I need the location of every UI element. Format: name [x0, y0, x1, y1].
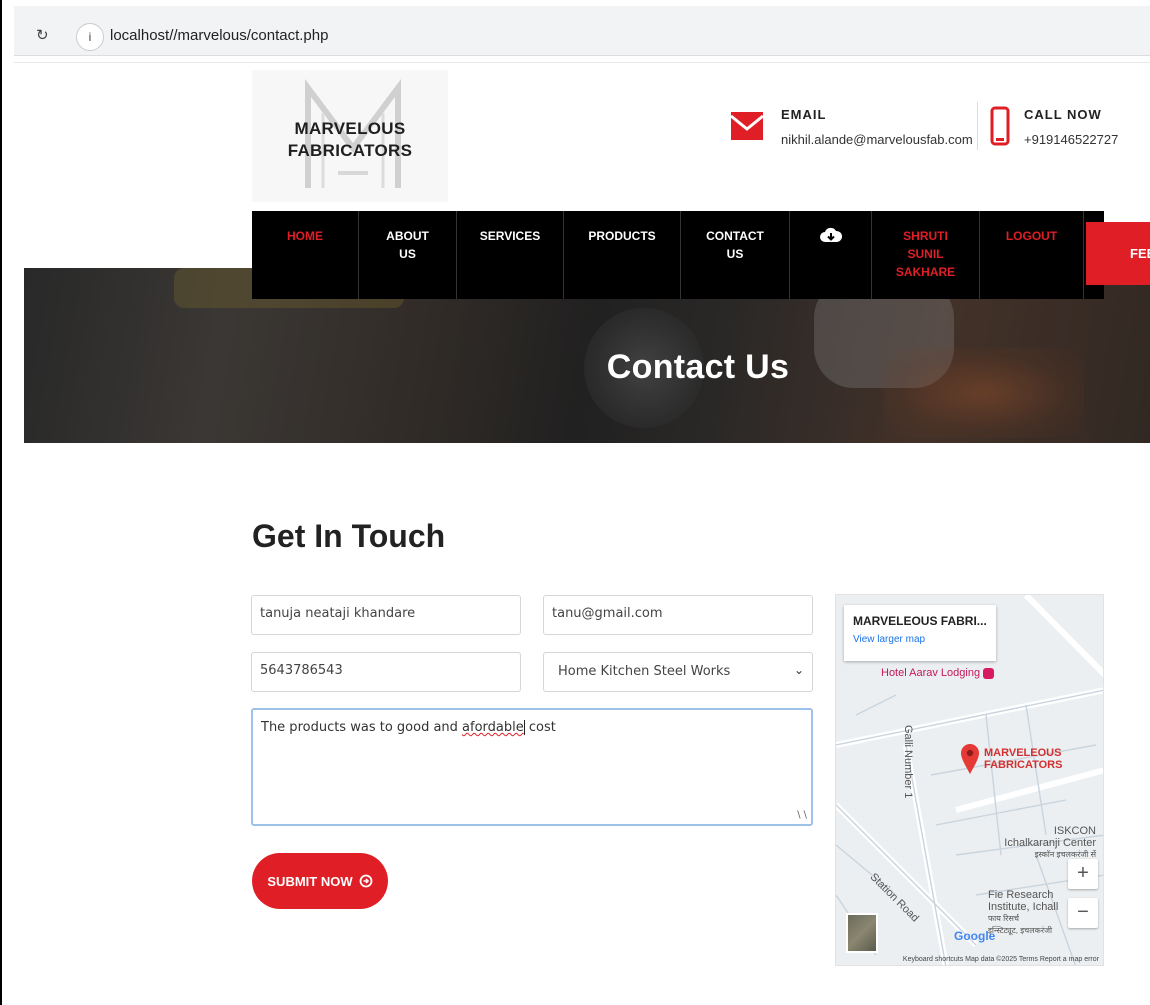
feedback-label: FEEDB: [1130, 246, 1150, 261]
map-label-fie[interactable]: Fie Research Institute, Ichall फाय रिसर्…: [988, 889, 1058, 937]
map-label-iskcon[interactable]: ISKCON Ichalkaranji Center इस्कॉन इचलकरं…: [986, 825, 1096, 861]
email-input[interactable]: tanu@gmail.com: [543, 595, 813, 635]
call-label: CALL NOW: [1024, 107, 1102, 122]
email-value: tanu@gmail.com: [552, 606, 663, 621]
logo-line-1: MARVELOUS: [294, 119, 406, 138]
fie-line-3: फाय रिसर्च: [988, 914, 1019, 923]
map-place-title: MARVELEOUS FABRI...: [853, 614, 987, 628]
map-info-card: MARVELEOUS FABRI... View larger map: [844, 605, 996, 661]
nav-products[interactable]: PRODUCTS: [564, 211, 681, 299]
message-text-end: cost: [524, 720, 556, 735]
nav-label: HOME: [287, 229, 323, 243]
arrow-circle-right-icon: [359, 874, 373, 888]
service-select[interactable]: Home Kitchen Steel Works ⌄: [543, 652, 813, 692]
mail-icon: [730, 112, 764, 140]
fie-line-4: इन्स्टिट्यूट, इचलकरंजी: [988, 926, 1053, 935]
iskcon-line-2: Ichalkaranji Center: [1004, 837, 1096, 849]
nav-home[interactable]: HOME: [252, 211, 359, 299]
info-icon[interactable]: i: [76, 23, 104, 51]
nav-label: LOGOUT: [1005, 229, 1058, 243]
logo-line-2: FABRICATORS: [287, 141, 413, 160]
page-frame: ↻ i localhost//marvelous/contact.php ⊖ M…: [0, 0, 1150, 1005]
feedback-button[interactable]: FEEDB: [1086, 222, 1150, 285]
address-bar: ↻ i localhost//marvelous/contact.php ⊖: [14, 6, 1150, 56]
phone-icon: [990, 106, 1010, 146]
nav-label: SERVICES: [479, 229, 541, 243]
map-label-hotel[interactable]: Hotel Aarav Lodging: [881, 667, 995, 679]
hotel-text: Hotel Aarav Lodging: [881, 667, 981, 679]
fie-line-2: Institute, Ichall: [988, 901, 1059, 913]
map-zoom-out-button[interactable]: −: [1068, 898, 1098, 928]
name-value: tanuja neataji khandare: [260, 606, 416, 621]
resize-handle-icon[interactable]: ∖∖: [795, 810, 808, 821]
submit-label: SUBMIT NOW: [267, 873, 353, 889]
message-text: The products was to good and: [261, 720, 463, 735]
section-title: Get In Touch: [252, 518, 446, 554]
nav-label: ABOUT US: [386, 229, 429, 261]
nav-label: SHRUTI SUNIL SAKHARE: [895, 229, 956, 279]
nav-user-profile[interactable]: SHRUTI SUNIL SAKHARE: [872, 211, 980, 299]
email-link[interactable]: nikhil.alande@marvelousfab.com: [781, 132, 973, 147]
nav-about[interactable]: ABOUT US: [359, 211, 457, 299]
map-zoom-in-button[interactable]: +: [1068, 859, 1098, 889]
satellite-toggle[interactable]: [846, 913, 878, 953]
business-line-2: FABRICATORS: [984, 759, 1063, 771]
brand-logo[interactable]: MARVELOUS FABRICATORS: [252, 70, 448, 202]
message-textarea[interactable]: The products was to good and afordable c…: [251, 708, 813, 826]
cloud-download-icon: [819, 227, 842, 242]
nav-services[interactable]: SERVICES: [457, 211, 564, 299]
phone-input[interactable]: 5643786543: [251, 652, 521, 692]
submit-button[interactable]: SUBMIT NOW: [252, 853, 388, 909]
phone-link[interactable]: +919146522727: [1024, 132, 1118, 147]
nav-download[interactable]: [790, 211, 872, 299]
view-larger-map-link[interactable]: View larger map: [853, 634, 987, 645]
phone-value: 5643786543: [260, 663, 343, 678]
email-label: EMAIL: [781, 107, 827, 122]
url-text[interactable]: localhost//marvelous/contact.php: [110, 27, 328, 44]
nav-label: PRODUCTS: [588, 229, 656, 243]
location-map[interactable]: MARVELEOUS FABRI... View larger map Hote…: [835, 594, 1104, 966]
divider: [14, 62, 1150, 63]
main-nav: HOME ABOUT US SERVICES PRODUCTS CONTACT …: [252, 211, 1104, 299]
service-selected: Home Kitchen Steel Works: [558, 664, 731, 679]
map-pin-icon[interactable]: [960, 743, 980, 775]
map-label-lane: Galli Number 1: [902, 725, 914, 799]
nav-label: CONTACT US: [706, 229, 764, 261]
contact-separator: [977, 102, 978, 150]
nav-contact[interactable]: CONTACT US: [681, 211, 790, 299]
page-title: Contact Us: [606, 348, 790, 386]
name-input[interactable]: tanuja neataji khandare: [251, 595, 521, 635]
google-logo: Google: [954, 929, 996, 943]
map-label-business[interactable]: MARVELEOUS FABRICATORS: [984, 747, 1062, 771]
logo-text: MARVELOUS FABRICATORS: [252, 118, 448, 162]
reload-icon[interactable]: ↻: [36, 26, 49, 44]
fie-line-1: Fie Research: [988, 889, 1054, 901]
chevron-down-icon: ⌄: [793, 663, 804, 677]
iskcon-line-1: ISKCON: [1053, 825, 1096, 837]
message-misspelled-word: afordable: [462, 720, 524, 735]
nav-logout[interactable]: LOGOUT: [980, 211, 1084, 299]
map-attribution[interactable]: Keyboard shortcuts Map data ©2025 Terms …: [836, 956, 1103, 963]
business-line-1: MARVELEOUS: [984, 747, 1062, 759]
hotel-icon: [983, 667, 995, 679]
